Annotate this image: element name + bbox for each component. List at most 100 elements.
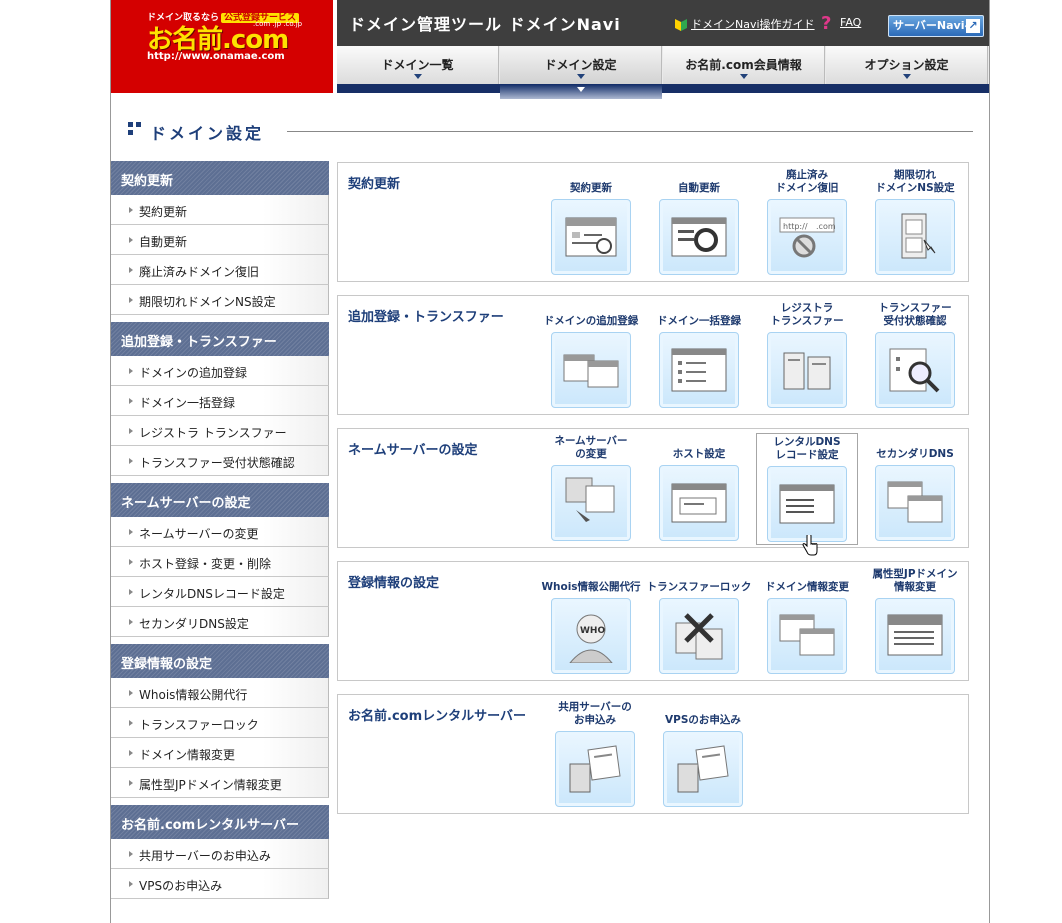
- tile-transfer-status[interactable]: トランスファー 受付状態確認: [864, 300, 966, 408]
- logo-tlds: .com .jp .co.jp: [253, 20, 303, 28]
- sidebar-group: ネームサーバーの設定 ネームサーバーの変更 ホスト登録・変更・削除 レンタルDN…: [111, 483, 329, 637]
- chevron-down-icon: [740, 74, 748, 79]
- tile-domain-info-change[interactable]: ドメイン情報変更: [756, 566, 858, 674]
- tab-domain-list[interactable]: ドメイン一覧: [337, 46, 499, 84]
- sidebar-item[interactable]: ホスト登録・変更・削除: [111, 547, 329, 577]
- sidebar-group-title: 追加登録・トランスファー: [111, 322, 329, 356]
- tile-label: Whois情報公開代行: [541, 581, 641, 593]
- header-bar: ドメイン管理ツール ドメインNavi ドメインNavi操作ガイド ? FAQ サ…: [337, 0, 989, 46]
- tile-nameserver-change[interactable]: ネームサーバー の変更: [540, 433, 642, 541]
- tile-contract-renew[interactable]: 契約更新: [540, 167, 642, 275]
- registrar-transfer-icon: [767, 332, 847, 408]
- tile-secondary-dns[interactable]: セカンダリDNS: [864, 433, 966, 541]
- host-settings-icon: [659, 465, 739, 541]
- section-registration-info: 登録情報の設定 Whois情報公開代行 WHO トランスファーロック ドメイン情…: [337, 561, 969, 681]
- arrow-up-right-icon: ↗: [966, 19, 980, 33]
- tile-label: 共用サーバーの お申込み: [558, 701, 632, 726]
- sidebar-item[interactable]: トランスファーロック: [111, 708, 329, 738]
- tile-dns-record[interactable]: レンタルDNS レコード設定: [756, 433, 858, 545]
- secondary-dns-icon: [875, 465, 955, 541]
- tile-label: 契約更新: [570, 182, 612, 194]
- add-domain-icon: [551, 332, 631, 408]
- transfer-status-icon: [875, 332, 955, 408]
- tile-label: 属性型JPドメイン 情報変更: [872, 568, 958, 593]
- server-navi-label: サーバーNaviへ: [893, 19, 976, 32]
- sidebar-item[interactable]: 契約更新: [111, 195, 329, 225]
- onamae-logo[interactable]: ドメイン取るなら 公式登録サービス お名前.com .com .jp .co.jp…: [111, 0, 333, 93]
- sidebar-item[interactable]: レンタルDNSレコード設定: [111, 577, 329, 607]
- section-title: 登録情報の設定: [348, 576, 440, 591]
- tile-label: レジストラ トランスファー: [770, 302, 844, 327]
- sidebar-item[interactable]: ネームサーバーの変更: [111, 517, 329, 547]
- tile-label: トランスファー 受付状態確認: [878, 302, 952, 327]
- vps-icon: [663, 731, 743, 807]
- title-bullet-icon: [128, 122, 133, 127]
- title-rule: [287, 131, 973, 132]
- sidebar-group: 追加登録・トランスファー ドメインの追加登録 ドメイン一括登録 レジストラ トラ…: [111, 322, 329, 476]
- sidebar-item[interactable]: Whois情報公開代行: [111, 678, 329, 708]
- tile-vps[interactable]: VPSのお申込み: [652, 699, 754, 807]
- tab-member-info[interactable]: お名前.com会員情報: [663, 46, 825, 84]
- tab-option-settings[interactable]: オプション設定: [826, 46, 988, 84]
- sidebar-item[interactable]: ドメイン情報変更: [111, 738, 329, 768]
- question-icon: ?: [821, 13, 832, 34]
- dns-record-icon: [767, 466, 847, 542]
- sidebar-group: 契約更新 契約更新 自動更新 廃止済みドメイン復旧 期限切れドメインNS設定: [111, 161, 329, 315]
- sidebar-item[interactable]: 期限切れドメインNS設定: [111, 285, 329, 315]
- title-bullet-icon: [136, 122, 141, 127]
- sidebar-item[interactable]: VPSのお申込み: [111, 869, 329, 899]
- tile-shared-server[interactable]: 共用サーバーの お申込み: [544, 699, 646, 807]
- guide-link[interactable]: ドメインNavi操作ガイド: [691, 16, 815, 32]
- tile-domain-restore[interactable]: 廃止済み ドメイン復旧 http:// .com: [756, 167, 858, 275]
- tile-expired-ns[interactable]: 期限切れ ドメインNS設定: [864, 167, 966, 275]
- sidebar-item[interactable]: 廃止済みドメイン復旧: [111, 255, 329, 285]
- page-title-text: ドメイン設定: [150, 124, 265, 143]
- hand-pointer-cursor-icon: [802, 535, 818, 556]
- faq-link[interactable]: FAQ: [840, 16, 861, 29]
- sidebar-group-title: ネームサーバーの設定: [111, 483, 329, 517]
- sidebar-item[interactable]: ドメイン一括登録: [111, 386, 329, 416]
- section-title: 追加登録・トランスファー: [348, 310, 504, 325]
- svg-text:.com: .com: [816, 222, 836, 231]
- tile-bulk-register[interactable]: ドメイン一括登録: [648, 300, 750, 408]
- sidebar-group-title: お名前.comレンタルサーバー: [111, 805, 329, 839]
- sidebar-item[interactable]: 属性型JPドメイン情報変更: [111, 768, 329, 798]
- tabs-underline: [337, 84, 989, 93]
- chevron-down-icon: [414, 74, 422, 79]
- sidebar-group-title: 契約更新: [111, 161, 329, 195]
- tile-label: セカンダリDNS: [876, 448, 954, 460]
- chevron-down-icon: [903, 74, 911, 79]
- tile-registrar-transfer[interactable]: レジストラ トランスファー: [756, 300, 858, 408]
- tile-host-settings[interactable]: ホスト設定: [648, 433, 750, 541]
- main-tabs: ドメイン一覧 ドメイン設定 お名前.com会員情報 オプション設定: [337, 46, 989, 84]
- sidebar-item[interactable]: セカンダリDNS設定: [111, 607, 329, 637]
- tile-add-domain[interactable]: ドメインの追加登録: [540, 300, 642, 408]
- tile-jp-domain-info[interactable]: 属性型JPドメイン 情報変更: [864, 566, 966, 674]
- logo-url: http://www.onamae.com: [147, 51, 285, 62]
- tab-domain-settings[interactable]: ドメイン設定: [500, 46, 662, 84]
- sidebar-item[interactable]: トランスファー受付状態確認: [111, 446, 329, 476]
- tile-transfer-lock[interactable]: トランスファーロック: [646, 566, 752, 674]
- sidebar-item[interactable]: ドメインの追加登録: [111, 356, 329, 386]
- tile-label: レンタルDNS レコード設定: [773, 436, 841, 461]
- sidebar-group: お名前.comレンタルサーバー 共用サーバーのお申込み VPSのお申込み: [111, 805, 329, 899]
- transfer-lock-icon: [659, 598, 739, 674]
- sidebar-item[interactable]: 自動更新: [111, 225, 329, 255]
- section-rental-server: お名前.comレンタルサーバー 共用サーバーの お申込み VPSのお申込み: [337, 694, 969, 814]
- tile-label: ドメイン情報変更: [765, 581, 849, 593]
- tile-whois-proxy[interactable]: Whois情報公開代行 WHO: [540, 566, 642, 674]
- shared-server-icon: [555, 731, 635, 807]
- auto-renew-icon: [659, 199, 739, 275]
- sidebar-item[interactable]: 共用サーバーのお申込み: [111, 839, 329, 869]
- tile-label: 自動更新: [678, 182, 720, 194]
- server-navi-button[interactable]: サーバーNaviへ ↗: [888, 15, 984, 37]
- chevron-down-icon: [577, 87, 585, 92]
- jp-domain-info-icon: [875, 598, 955, 674]
- sidebar-item[interactable]: レジストラ トランスファー: [111, 416, 329, 446]
- tile-label: ドメイン一括登録: [657, 315, 741, 327]
- section-title: 契約更新: [348, 177, 401, 192]
- title-bullet-icon: [128, 130, 133, 135]
- tile-auto-renew[interactable]: 自動更新: [648, 167, 750, 275]
- tile-label: トランスファーロック: [646, 581, 752, 593]
- section-add-transfer: 追加登録・トランスファー ドメインの追加登録 ドメイン一括登録 レジストラ トラン…: [337, 295, 969, 415]
